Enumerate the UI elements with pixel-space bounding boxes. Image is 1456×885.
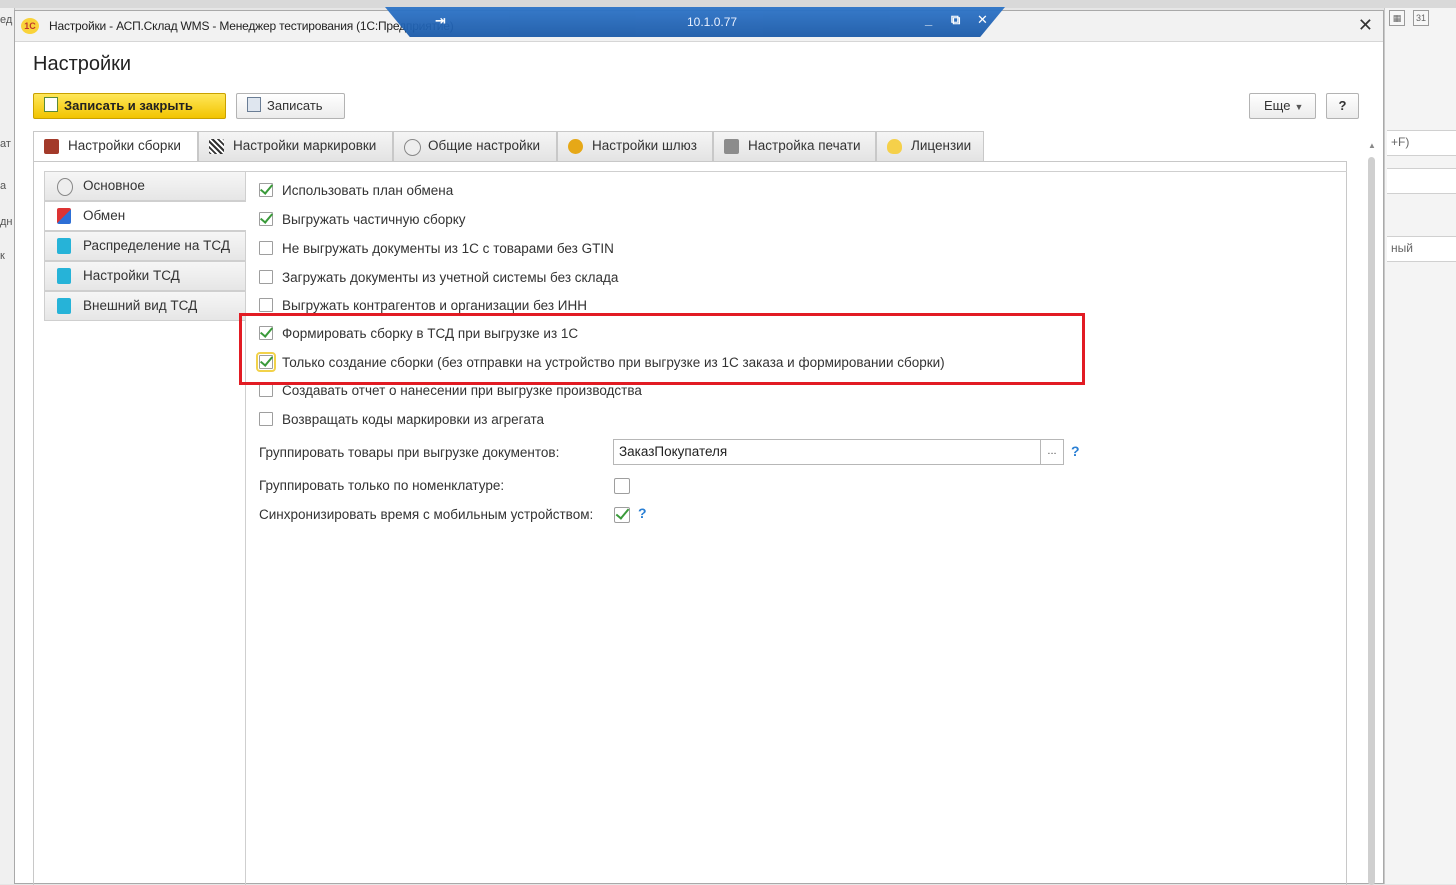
save-and-close-label: Записать и закрыть xyxy=(64,98,193,113)
help-button[interactable]: ? xyxy=(1326,93,1359,119)
background-fragment: +F) xyxy=(1391,135,1410,149)
option-checkbox[interactable] xyxy=(259,183,273,197)
printer-icon xyxy=(724,139,739,154)
background-fragment: дн xyxy=(0,216,13,228)
background-top-strip xyxy=(0,0,1456,8)
lightbulb-icon xyxy=(887,139,902,154)
background-field: +F) xyxy=(1387,130,1456,156)
gateway-gear-icon xyxy=(568,139,583,154)
background-left-panel: ед ат а дн к xyxy=(0,8,15,884)
background-field xyxy=(1387,168,1456,194)
group-by-nomenclature-label: Группировать только по номенклатуре: xyxy=(259,478,505,493)
gear-icon xyxy=(57,178,73,196)
background-field: ный xyxy=(1387,236,1456,262)
mobile-device-icon xyxy=(57,268,71,284)
sidebar-item-tsd-settings[interactable]: Настройки ТСД xyxy=(44,261,246,291)
background-fragment: ед xyxy=(0,14,13,26)
option-checkbox[interactable] xyxy=(259,241,273,255)
tab-general-settings[interactable]: Общие настройки xyxy=(393,131,557,161)
vertical-scrollbar[interactable]: ▲ xyxy=(1367,141,1377,885)
background-fragment: ат xyxy=(0,138,11,150)
calendar-icon: ▦ xyxy=(1389,10,1405,26)
remote-restore-button[interactable]: ⧉ xyxy=(951,12,960,28)
option-checkbox[interactable] xyxy=(259,212,273,226)
qr-code-icon xyxy=(209,139,224,154)
assembly-settings-icon xyxy=(44,139,59,154)
option-checkbox[interactable] xyxy=(259,383,273,397)
window-close-button[interactable]: ✕ xyxy=(1358,15,1373,36)
background-fragment: к xyxy=(0,250,5,262)
calendar-day-icon: 31 xyxy=(1413,10,1429,26)
tab-assembly-settings[interactable]: Настройки сборки xyxy=(33,131,198,162)
group-by-nomenclature-checkbox[interactable] xyxy=(614,478,630,494)
save-button[interactable]: Записать xyxy=(236,93,345,119)
grouping-select-button[interactable]: ... xyxy=(1041,439,1064,465)
option-label: Загружать документы из учетной системы б… xyxy=(282,270,619,285)
remote-minimize-button[interactable]: _ xyxy=(925,12,932,27)
option-label: Выгружать частичную сборку xyxy=(282,212,466,227)
mobile-device-icon xyxy=(57,298,71,314)
tab-gateway-settings[interactable]: Настройки шлюз xyxy=(557,131,713,161)
tab-licenses[interactable]: Лицензии xyxy=(876,131,984,161)
option-checkbox[interactable] xyxy=(259,298,273,312)
remote-host-address: 10.1.0.77 xyxy=(687,15,738,29)
floppy-disk-icon xyxy=(247,97,261,112)
tab-label: Общие настройки xyxy=(428,138,541,153)
tab-marking-settings[interactable]: Настройки маркировки xyxy=(198,131,393,161)
scroll-up-icon[interactable]: ▲ xyxy=(1368,141,1376,150)
sync-time-help-icon[interactable]: ? xyxy=(638,505,647,521)
tab-print-settings[interactable]: Настройка печати xyxy=(713,131,876,161)
document-check-icon xyxy=(44,97,58,112)
background-fragment: ный xyxy=(1391,241,1413,255)
tab-label: Настройка печати xyxy=(748,138,861,153)
background-fragment: а xyxy=(0,180,7,192)
exchange-icon xyxy=(57,208,71,224)
remote-close-button[interactable]: ✕ xyxy=(977,12,988,28)
option-checkbox[interactable] xyxy=(259,412,273,426)
mobile-device-icon xyxy=(57,238,71,254)
more-menu-button[interactable]: Еще ▼ xyxy=(1249,93,1316,119)
grouping-label: Группировать товары при выгрузке докумен… xyxy=(259,445,560,460)
pin-icon[interactable]: ⇥ xyxy=(435,13,446,29)
tab-label: Настройки маркировки xyxy=(233,138,377,153)
1c-logo-icon: 1С xyxy=(21,18,39,34)
option-label: Не выгружать документы из 1С с товарами … xyxy=(282,241,614,256)
page-title: Настройки xyxy=(33,53,132,75)
sync-time-label: Синхронизировать время с мобильным устро… xyxy=(259,507,594,522)
panel-border-top xyxy=(245,171,1347,172)
gear-icon xyxy=(404,139,421,156)
option-checkbox[interactable] xyxy=(259,270,273,284)
sidebar-item-tsd-appearance[interactable]: Внешний вид ТСД xyxy=(44,291,246,321)
sync-time-checkbox[interactable] xyxy=(614,507,630,523)
grouping-help-icon[interactable]: ? xyxy=(1071,443,1080,459)
more-label: Еще xyxy=(1264,98,1291,113)
tab-label: Настройки сборки xyxy=(68,138,181,153)
scrollbar-thumb[interactable] xyxy=(1368,157,1375,885)
tab-label: Настройки шлюз xyxy=(592,138,697,153)
settings-window: 1С Настройки - АСП.Склад WMS - Менеджер … xyxy=(14,7,1384,885)
window-title: Настройки - АСП.Склад WMS - Менеджер тес… xyxy=(49,19,454,33)
remote-connection-bar: ⇥ 10.1.0.77 _ ⧉ ✕ xyxy=(385,7,1005,37)
background-right-panel: ▦ 31 +F) ный xyxy=(1384,8,1456,884)
sidebar-item-label: Настройки ТСД xyxy=(83,268,180,283)
grouping-input[interactable]: ЗаказПокупателя xyxy=(613,439,1041,465)
option-label: Использовать план обмена xyxy=(282,183,454,198)
sidebar-item-main[interactable]: Основное xyxy=(44,171,246,201)
highlight-frame xyxy=(239,313,1085,385)
sidebar-item-label: Основное xyxy=(83,178,145,193)
sidebar-item-label: Внешний вид ТСД xyxy=(83,298,198,313)
save-label: Записать xyxy=(267,98,323,113)
option-label: Возвращать коды маркировки из агрегата xyxy=(282,412,545,427)
tab-label: Лицензии xyxy=(911,138,972,153)
sidebar-item-label: Обмен xyxy=(83,208,126,223)
save-and-close-button[interactable]: Записать и закрыть xyxy=(33,93,226,119)
sidebar-item-exchange[interactable]: Обмен xyxy=(44,201,246,231)
sidebar-item-label: Распределение на ТСД xyxy=(83,238,230,253)
chevron-down-icon: ▼ xyxy=(1294,102,1304,112)
sidebar-item-distribution[interactable]: Распределение на ТСД xyxy=(44,231,246,261)
